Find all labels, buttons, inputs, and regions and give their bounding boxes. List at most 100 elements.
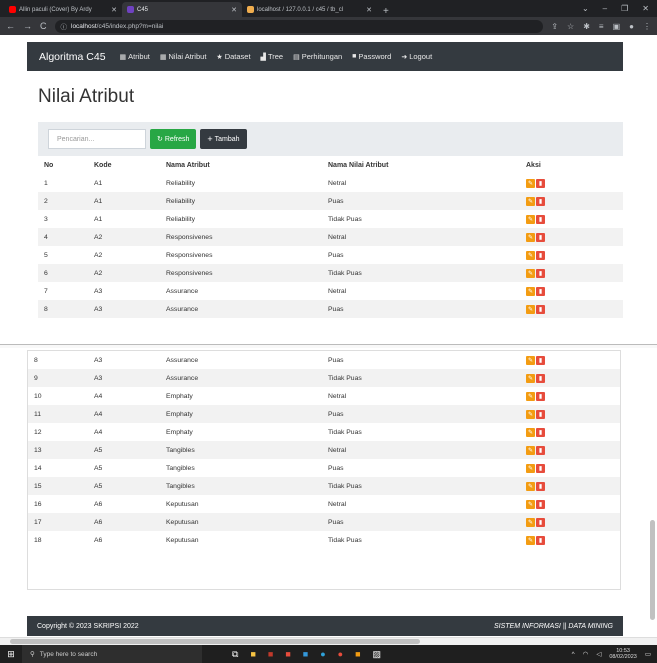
- cell-nama-atribut: Reliability: [166, 215, 196, 223]
- sidebar-icon[interactable]: ▣: [613, 22, 621, 31]
- trash-icon[interactable]: ▮: [536, 481, 545, 491]
- reload-icon[interactable]: C: [40, 21, 47, 31]
- network-icon[interactable]: ◠: [583, 650, 589, 658]
- trash-icon[interactable]: ▮: [536, 178, 545, 188]
- trash-icon[interactable]: ▮: [536, 427, 545, 437]
- app-blue-icon[interactable]: ■: [303, 649, 308, 660]
- edit-icon[interactable]: ✎: [526, 214, 535, 224]
- trash-icon[interactable]: ▮: [536, 391, 545, 401]
- browser-tab-phpmyadmin[interactable]: localhost / 127.0.0.1 / c45 / tb_cl ✕: [242, 2, 377, 17]
- refresh-button[interactable]: ↻ Refresh: [150, 129, 197, 149]
- edit-icon[interactable]: ✎: [526, 268, 535, 278]
- trash-icon[interactable]: ▮: [536, 304, 545, 314]
- vertical-scrollbar[interactable]: [650, 520, 655, 620]
- edit-icon[interactable]: ✎: [526, 355, 535, 365]
- app-red-icon[interactable]: ■: [285, 649, 290, 660]
- edit-icon[interactable]: ✎: [526, 286, 535, 296]
- nav-tree[interactable]: ▟ Tree: [261, 52, 284, 61]
- restore-icon[interactable]: ❐: [621, 4, 628, 13]
- forward-icon[interactable]: →: [23, 21, 32, 31]
- edit-icon[interactable]: ✎: [526, 481, 535, 491]
- reading-list-icon[interactable]: ≡: [599, 22, 604, 31]
- trash-icon[interactable]: ▮: [536, 499, 545, 509]
- photos-icon[interactable]: ▨: [373, 649, 382, 660]
- edit-icon[interactable]: ✎: [526, 499, 535, 509]
- close-tab-icon[interactable]: ✕: [366, 6, 372, 14]
- task-view-icon[interactable]: ⧉: [232, 649, 238, 660]
- edit-icon[interactable]: ✎: [526, 232, 535, 242]
- browser-tab-youtube[interactable]: Allin paculi (Cover) By Ardy ✕: [4, 2, 122, 17]
- close-tab-icon[interactable]: ✕: [111, 6, 117, 14]
- file-explorer-icon[interactable]: ■: [250, 649, 255, 660]
- nav-label: Tree: [267, 52, 284, 61]
- edit-icon[interactable]: ✎: [526, 391, 535, 401]
- filezilla-icon[interactable]: ■: [268, 649, 273, 660]
- row-actions: ✎ ▮: [526, 178, 545, 188]
- trash-icon[interactable]: ▮: [536, 250, 545, 260]
- taskbar-search[interactable]: ⚲ Type here to search: [22, 645, 202, 663]
- tambah-button[interactable]: + Tambah: [200, 129, 247, 149]
- nav-dataset[interactable]: ★ Dataset: [216, 52, 250, 61]
- taskbar-clock[interactable]: 10:53 08/02/2023: [609, 648, 637, 660]
- edge-icon[interactable]: ●: [320, 649, 325, 660]
- table-row: 2 A1 Reliability Puas ✎ ▮: [38, 192, 623, 210]
- edit-icon[interactable]: ✎: [526, 427, 535, 437]
- new-tab-icon[interactable]: +: [377, 6, 395, 17]
- tray-chevron-icon[interactable]: ^: [572, 651, 575, 658]
- edit-icon[interactable]: ✎: [526, 178, 535, 188]
- trash-icon[interactable]: ▮: [536, 445, 545, 455]
- close-window-icon[interactable]: ✕: [642, 4, 649, 13]
- edit-icon[interactable]: ✎: [526, 373, 535, 383]
- tab-label: Allin paculi (Cover) By Ardy: [19, 6, 92, 13]
- edit-icon[interactable]: ✎: [526, 196, 535, 206]
- cell-no: 3: [44, 215, 48, 223]
- trash-icon[interactable]: ▮: [536, 196, 545, 206]
- trash-icon[interactable]: ▮: [536, 214, 545, 224]
- cell-aksi: ✎ ▮: [520, 282, 623, 300]
- edit-icon[interactable]: ✎: [526, 535, 535, 545]
- extensions-icon[interactable]: ✱: [583, 22, 590, 31]
- profile-icon[interactable]: ●: [629, 22, 634, 31]
- trash-icon[interactable]: ▮: [536, 373, 545, 383]
- notification-icon[interactable]: ▭: [645, 650, 651, 658]
- bookmark-star-icon[interactable]: ☆: [567, 22, 574, 31]
- share-icon[interactable]: ⇪: [551, 22, 558, 31]
- nav-nilai-atribut[interactable]: ▦ Nilai Atribut: [160, 52, 207, 61]
- trash-icon[interactable]: ▮: [536, 232, 545, 242]
- edit-icon[interactable]: ✎: [526, 409, 535, 419]
- minimize-icon[interactable]: –: [603, 4, 607, 13]
- edit-icon[interactable]: ✎: [526, 517, 535, 527]
- trash-icon[interactable]: ▮: [536, 268, 545, 278]
- trash-icon[interactable]: ▮: [536, 286, 545, 296]
- cell-kode: A1: [88, 192, 160, 210]
- nav-password[interactable]: ■ Password: [352, 52, 391, 61]
- trash-icon[interactable]: ▮: [536, 409, 545, 419]
- chevron-down-icon[interactable]: ⌄: [582, 4, 589, 13]
- trash-icon[interactable]: ▮: [536, 355, 545, 365]
- nav-perhitungan[interactable]: ▤ Perhitungan: [293, 52, 342, 61]
- browser-tab-c45[interactable]: C45 ✕: [122, 2, 242, 17]
- trash-icon[interactable]: ▮: [536, 463, 545, 473]
- cell-kode: A2: [88, 264, 160, 282]
- edit-icon[interactable]: ✎: [526, 250, 535, 260]
- cell-aksi: ✎ ▮: [520, 369, 620, 387]
- close-tab-icon[interactable]: ✕: [231, 6, 237, 14]
- windows-start-icon[interactable]: ⊞: [0, 649, 22, 660]
- url-field[interactable]: ⓘ localhost/c45/index.php?m=nilai: [54, 19, 544, 33]
- nav-logout[interactable]: ➜ Logout: [401, 52, 432, 61]
- horizontal-scrollbar[interactable]: [0, 637, 657, 645]
- back-icon[interactable]: ←: [6, 21, 15, 31]
- edit-icon[interactable]: ✎: [526, 304, 535, 314]
- volume-icon[interactable]: ◁: [596, 650, 601, 658]
- trash-icon[interactable]: ▮: [536, 535, 545, 545]
- nav-atribut[interactable]: ▦ Atribut: [120, 52, 150, 61]
- search-input[interactable]: Pencarian...: [48, 129, 146, 149]
- menu-dots-icon[interactable]: ⋮: [643, 22, 651, 31]
- trash-icon[interactable]: ▮: [536, 517, 545, 527]
- xampp-icon[interactable]: ■: [355, 649, 360, 660]
- scroll-thumb[interactable]: [10, 639, 420, 644]
- edit-icon[interactable]: ✎: [526, 463, 535, 473]
- brand-link[interactable]: Algoritma C45: [39, 51, 106, 63]
- chrome-icon[interactable]: ●: [338, 649, 343, 660]
- edit-icon[interactable]: ✎: [526, 445, 535, 455]
